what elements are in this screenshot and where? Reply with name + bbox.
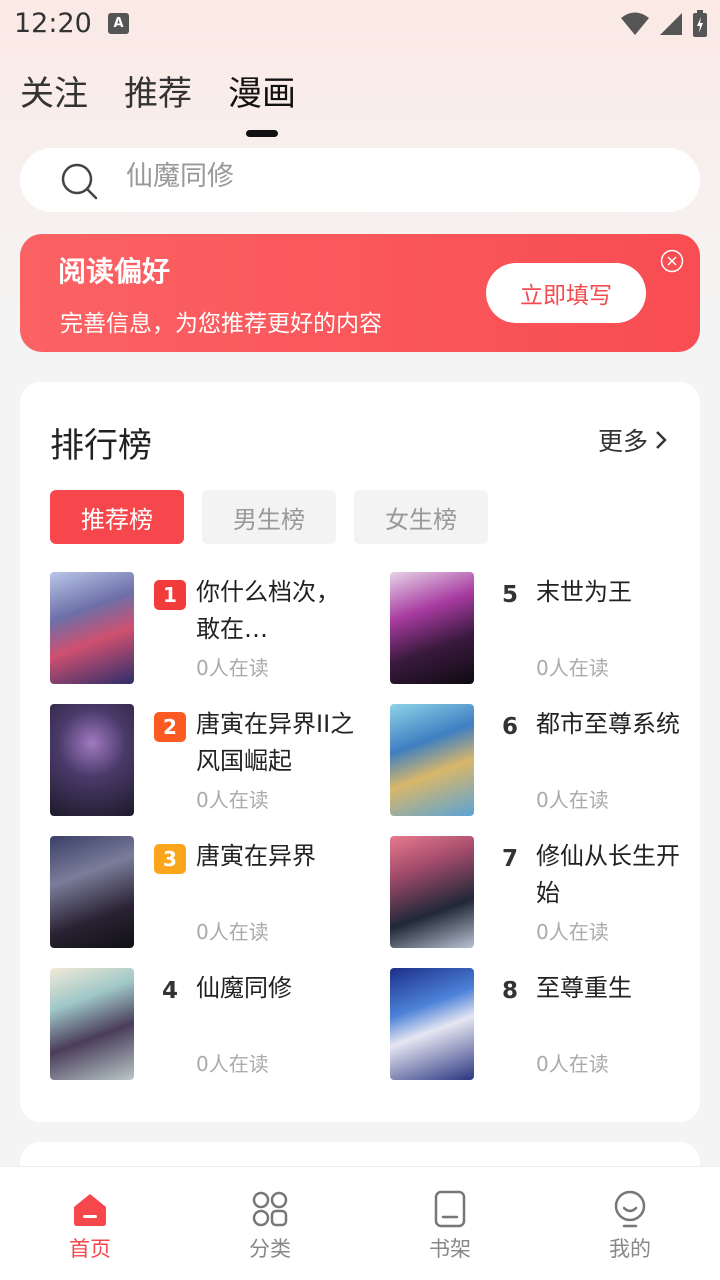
search-placeholder: 仙魔同修 xyxy=(126,161,234,192)
bookshelf-icon xyxy=(434,1190,466,1228)
nav-home[interactable]: 首页 xyxy=(0,1167,180,1280)
home-icon xyxy=(74,1194,106,1226)
rank-badge: 4 xyxy=(161,978,178,1004)
comic-cover xyxy=(390,572,474,684)
reader-count: 0人在读 xyxy=(196,656,269,680)
reader-count: 0人在读 xyxy=(536,656,609,680)
battery-icon xyxy=(693,10,707,37)
reader-count: 0人在读 xyxy=(196,1052,269,1076)
category-icon xyxy=(252,1191,288,1227)
ranking-item[interactable]: 8 至尊重生 0人在读 xyxy=(390,968,710,1080)
comic-cover xyxy=(390,836,474,948)
comic-title: 修仙从长生开始 xyxy=(536,842,680,907)
more-label: 更多 xyxy=(597,427,648,456)
more-link[interactable]: 更多 xyxy=(598,422,668,458)
ranking-filters: 推荐榜 男生榜 女生榜 xyxy=(50,490,488,544)
comic-cover xyxy=(50,572,134,684)
ranking-item[interactable]: 1 你什么档次，敢在… 0人在读 xyxy=(50,572,370,684)
comic-title: 至尊重生 xyxy=(536,974,632,1002)
ranking-item[interactable]: 6 都市至尊系统 0人在读 xyxy=(390,704,710,816)
filter-male[interactable]: 男生榜 xyxy=(202,490,336,544)
banner-title: 阅读偏好 xyxy=(58,255,171,288)
signal-icon xyxy=(660,13,682,35)
fill-in-button[interactable]: 立即填写 xyxy=(486,263,646,323)
comic-cover xyxy=(50,704,134,816)
ranking-item[interactable]: 3 唐寅在异界 0人在读 xyxy=(50,836,370,948)
status-time: 12:20 xyxy=(14,8,92,39)
ranking-item[interactable]: 2 唐寅在异界II之风国崛起 0人在读 xyxy=(50,704,370,816)
reader-count: 0人在读 xyxy=(536,1052,609,1076)
ranking-title: 排行榜 xyxy=(50,426,152,466)
comic-cover xyxy=(50,968,134,1080)
search-bar[interactable]: 仙魔同修 xyxy=(20,148,700,212)
reader-count: 0人在读 xyxy=(536,920,609,944)
nav-category[interactable]: 分类 xyxy=(180,1167,360,1280)
comic-cover xyxy=(390,704,474,816)
status-bar: 12:20 A xyxy=(0,0,720,48)
filter-recommend[interactable]: 推荐榜 xyxy=(50,490,184,544)
wifi-icon xyxy=(621,12,649,35)
comic-title: 唐寅在异界II之风国崛起 xyxy=(196,710,355,775)
reader-count: 0人在读 xyxy=(536,788,609,812)
status-icons xyxy=(620,10,708,38)
rank-badge: 3 xyxy=(154,844,186,874)
tab-recommend[interactable]: 推荐 xyxy=(124,66,192,129)
comic-title: 唐寅在异界 xyxy=(196,842,316,870)
nav-bookshelf[interactable]: 书架 xyxy=(360,1167,540,1280)
rank-badge: 1 xyxy=(154,580,186,610)
reader-count: 0人在读 xyxy=(196,920,269,944)
nav-label: 分类 xyxy=(249,1237,291,1261)
tab-follow[interactable]: 关注 xyxy=(20,66,88,129)
rank-badge: 5 xyxy=(501,582,518,608)
rank-badge: 6 xyxy=(501,714,518,740)
nav-label: 书架 xyxy=(429,1237,471,1261)
profile-icon xyxy=(614,1190,646,1228)
comic-cover xyxy=(390,968,474,1080)
chevron-right-icon xyxy=(656,431,667,449)
nav-label: 首页 xyxy=(69,1237,111,1261)
rank-badge: 8 xyxy=(501,978,518,1004)
ranking-card: 排行榜 更多 推荐榜 男生榜 女生榜 1 你什么档次，敢在… 0人在读 2 唐寅… xyxy=(20,382,700,1122)
banner-subtitle: 完善信息，为您推荐更好的内容 xyxy=(60,311,382,337)
reading-preference-banner: 阅读偏好 完善信息，为您推荐更好的内容 立即填写 xyxy=(20,234,700,352)
comic-title: 末世为王 xyxy=(536,578,632,606)
nav-label: 我的 xyxy=(609,1237,651,1261)
bottom-nav: 首页 分类 书架 我的 xyxy=(0,1166,720,1280)
ranking-item[interactable]: 4 仙魔同修 0人在读 xyxy=(50,968,370,1080)
comic-title: 你什么档次，敢在… xyxy=(196,578,340,643)
reader-count: 0人在读 xyxy=(196,788,269,812)
close-icon[interactable] xyxy=(660,249,684,273)
tab-comics[interactable]: 漫画 xyxy=(228,66,296,129)
ranking-item[interactable]: 5 末世为王 0人在读 xyxy=(390,572,710,684)
filter-female[interactable]: 女生榜 xyxy=(354,490,488,544)
a-icon: A xyxy=(108,13,129,34)
comic-cover xyxy=(50,836,134,948)
top-tabs: 关注 推荐 漫画 xyxy=(20,66,296,129)
rank-badge: 7 xyxy=(501,846,518,872)
rank-badge: 2 xyxy=(154,712,186,742)
search-icon xyxy=(61,163,98,200)
ranking-item[interactable]: 7 修仙从长生开始 0人在读 xyxy=(390,836,710,948)
comic-title: 都市至尊系统 xyxy=(536,710,680,738)
nav-profile[interactable]: 我的 xyxy=(540,1167,720,1280)
comic-title: 仙魔同修 xyxy=(196,974,292,1002)
